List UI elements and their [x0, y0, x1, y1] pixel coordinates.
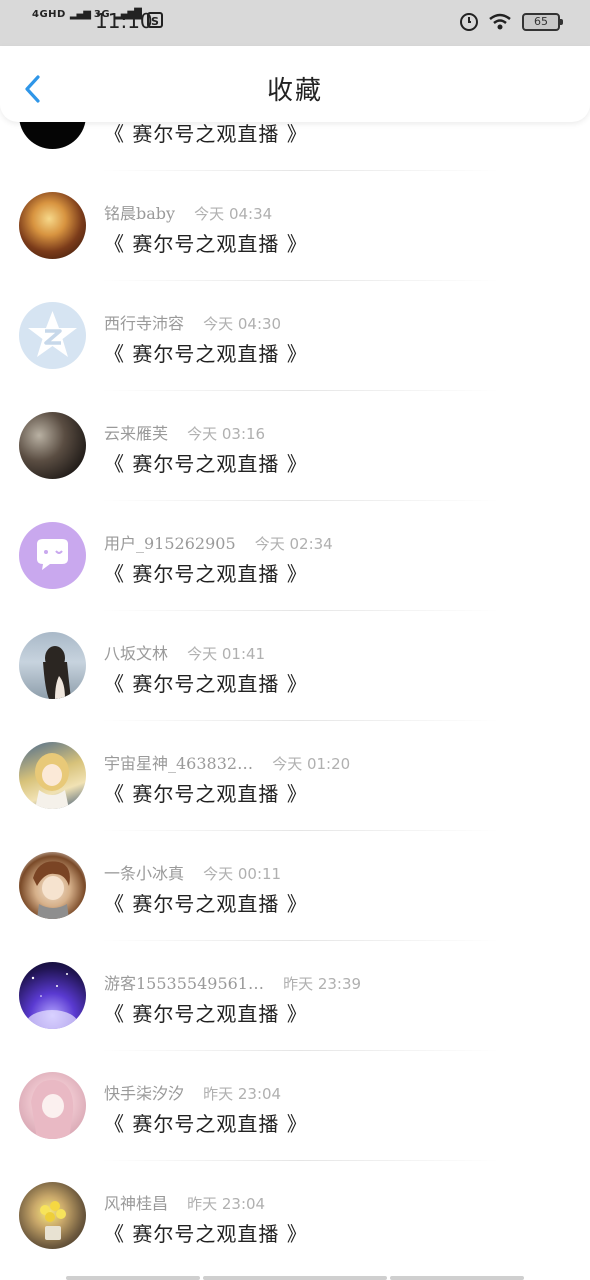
anime-girl-icon	[31, 1079, 74, 1139]
star-z-icon	[28, 311, 77, 357]
list-item[interactable]: 宇宙星神_463832… 今天 01:20 《 赛尔号之观直播 》	[0, 721, 590, 831]
favorites-list: 《 赛尔号之观直播 》 铭晨baby 今天 04:34 《 赛尔号之观直播 》 …	[0, 61, 590, 1271]
galaxy-icon	[26, 973, 78, 1029]
avatar	[19, 962, 86, 1029]
user-name: 云来雁芙	[104, 424, 169, 443]
list-item[interactable]: 游客15535549561… 昨天 23:39 《 赛尔号之观直播 》	[0, 941, 590, 1051]
item-title: 《 赛尔号之观直播 》	[104, 782, 308, 806]
timestamp: 今天 00:11	[203, 865, 282, 883]
avatar	[19, 1072, 86, 1139]
timestamp: 今天 04:34	[194, 205, 273, 223]
avatar	[19, 302, 86, 369]
item-meta: 快手柒汐汐 昨天 23:04	[104, 1080, 281, 1104]
user-name: 铭晨baby	[104, 204, 176, 223]
item-meta: 西行寺沛容 今天 04:30	[104, 310, 281, 334]
user-name: 用户_915262905	[104, 534, 236, 553]
app-header: 收藏	[0, 46, 590, 122]
item-title: 《 赛尔号之观直播 》	[104, 1002, 308, 1026]
timestamp: 今天 03:16	[187, 425, 266, 443]
user-name: 风神桂昌	[104, 1194, 169, 1213]
item-meta: 游客15535549561… 昨天 23:39	[104, 970, 361, 994]
wifi-icon	[488, 13, 512, 31]
item-meta: 用户_915262905 今天 02:34	[104, 530, 333, 554]
battery-icon: 65	[522, 13, 563, 31]
avatar	[19, 852, 86, 919]
flower-pot-icon	[40, 1201, 66, 1240]
timestamp: 今天 04:30	[203, 315, 282, 333]
timestamp: 昨天 23:04	[187, 1195, 266, 1213]
status-icons: 65	[460, 10, 563, 34]
status-bar: 4GHD ▂▄▆ 3G ▂▄▆█ 11:10 S 65	[0, 0, 590, 46]
item-title: 《 赛尔号之观直播 》	[104, 122, 308, 146]
timestamp: 昨天 23:04	[203, 1085, 282, 1103]
chat-bubble-icon	[37, 539, 68, 570]
item-title: 《 赛尔号之观直播 》	[104, 342, 308, 366]
item-title: 《 赛尔号之观直播 》	[104, 1222, 308, 1246]
avatar	[19, 192, 86, 259]
item-meta: 风神桂昌 昨天 23:04	[104, 1190, 265, 1214]
item-title: 《 赛尔号之观直播 》	[104, 672, 308, 696]
item-meta: 八坂文林 今天 01:41	[104, 640, 265, 664]
user-name: 宇宙星神_463832…	[104, 754, 254, 773]
item-title: 《 赛尔号之观直播 》	[104, 1112, 308, 1136]
item-meta: 一条小冰真 今天 00:11	[104, 860, 281, 884]
user-name: 游客15535549561…	[104, 974, 264, 993]
avatar	[19, 742, 86, 809]
list-item[interactable]: 云来雁芙 今天 03:16 《 赛尔号之观直播 》	[0, 391, 590, 501]
list-item[interactable]: 西行寺沛容 今天 04:30 《 赛尔号之观直播 》	[0, 281, 590, 391]
avatar	[19, 522, 86, 589]
sim-icon: S	[147, 12, 163, 28]
avatar	[19, 412, 86, 479]
timestamp: 今天 01:41	[187, 645, 266, 663]
user-name: 快手柒汐汐	[104, 1084, 185, 1103]
user-name: 八坂文林	[104, 644, 169, 663]
item-meta: 铭晨baby 今天 04:34	[104, 200, 272, 224]
user-name: 一条小冰真	[104, 864, 185, 883]
list-item[interactable]: 风神桂昌 昨天 23:04 《 赛尔号之观直播 》	[0, 1161, 590, 1271]
anime-boy-icon	[33, 861, 70, 919]
list-item[interactable]: 用户_915262905 今天 02:34 《 赛尔号之观直播 》	[0, 501, 590, 611]
list-item[interactable]: 铭晨baby 今天 04:34 《 赛尔号之观直播 》	[0, 171, 590, 281]
list-item[interactable]: 八坂文林 今天 01:41 《 赛尔号之观直播 》	[0, 611, 590, 721]
list-item[interactable]: 快手柒汐汐 昨天 23:04 《 赛尔号之观直播 》	[0, 1051, 590, 1161]
item-meta: 云来雁芙 今天 03:16	[104, 420, 265, 444]
page-title: 收藏	[266, 76, 323, 106]
timestamp: 今天 01:20	[272, 755, 351, 773]
person-silhouette-icon	[43, 646, 71, 699]
item-title: 《 赛尔号之观直播 》	[104, 232, 308, 256]
item-title: 《 赛尔号之观直播 》	[104, 892, 308, 916]
signal-bars-icon: ▂▄▆	[69, 9, 91, 20]
timestamp: 昨天 23:39	[283, 975, 362, 993]
clock-time: 11:10	[95, 9, 153, 33]
item-title: 《 赛尔号之观直播 》	[104, 562, 308, 586]
item-meta: 宇宙星神_463832… 今天 01:20	[104, 750, 350, 774]
anime-character-icon	[35, 753, 69, 809]
battery-level: 65	[534, 15, 548, 28]
item-title: 《 赛尔号之观直播 》	[104, 452, 308, 476]
network-type-1: 4GHD	[32, 9, 66, 20]
list-item[interactable]: 一条小冰真 今天 00:11 《 赛尔号之观直播 》	[0, 831, 590, 941]
bottom-indicator	[0, 1274, 590, 1280]
avatar	[19, 1182, 86, 1249]
user-name: 西行寺沛容	[104, 314, 185, 333]
avatar	[19, 632, 86, 699]
alarm-icon	[460, 13, 478, 31]
timestamp: 今天 02:34	[254, 535, 333, 553]
